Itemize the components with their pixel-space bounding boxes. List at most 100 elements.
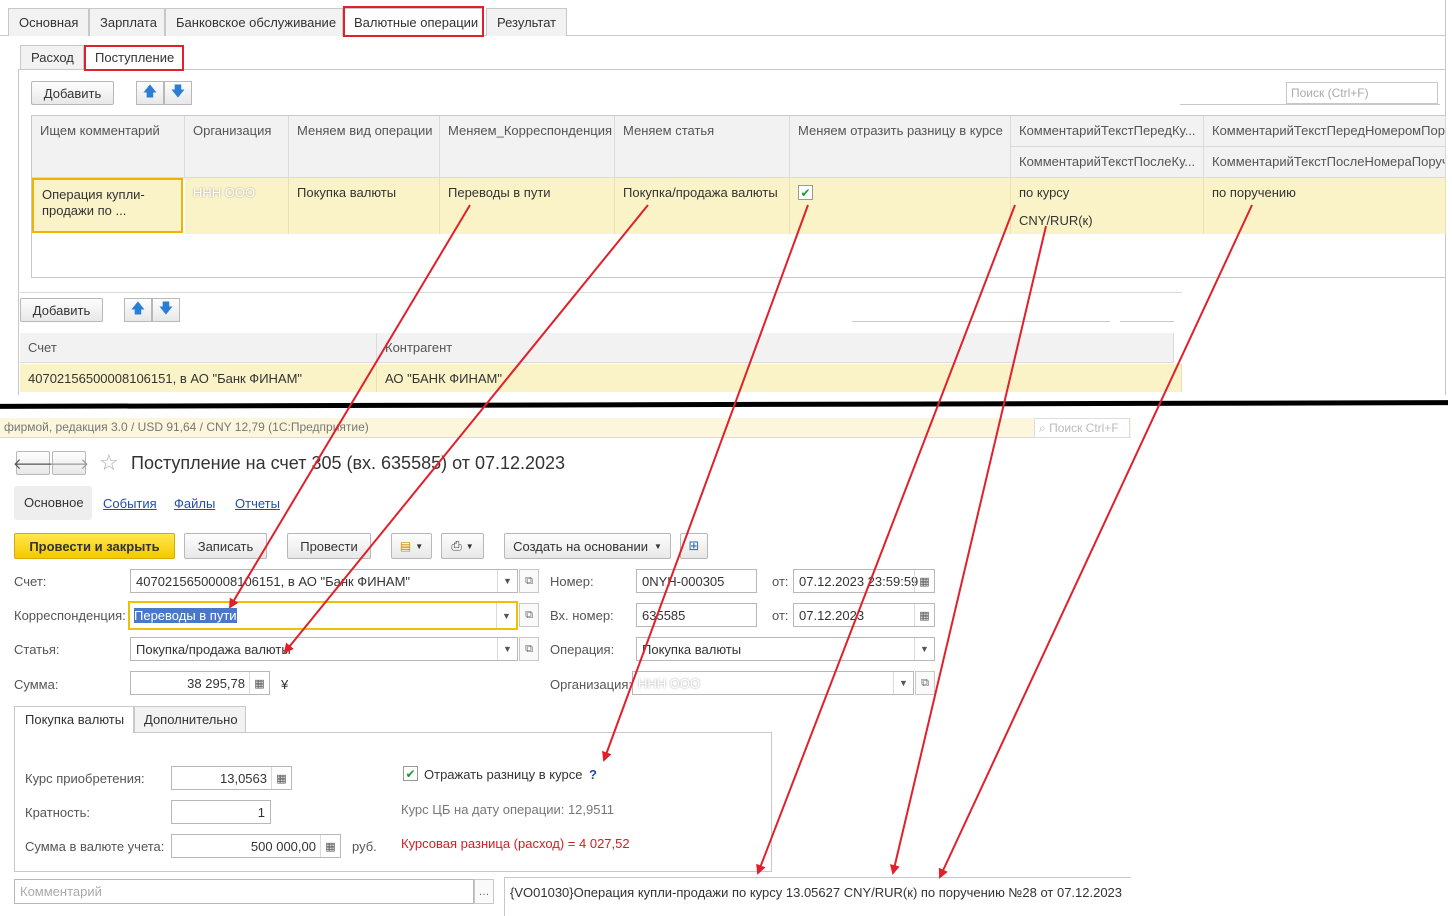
- favorite-star-icon[interactable]: ☆: [99, 450, 119, 476]
- doc-search[interactable]: ⌕ Поиск Ctrl+F: [1034, 418, 1130, 438]
- date-field[interactable]: 07.12.2023 23:59:59 ▦: [793, 569, 935, 593]
- tab-salary[interactable]: Зарплата: [89, 8, 165, 36]
- reflect-diff-checkbox[interactable]: ✔: [403, 766, 418, 781]
- table-cell[interactable]: 40702156500008106151, в АО "Банк ФИНАМ": [20, 364, 377, 392]
- col-header[interactable]: Контрагент: [377, 333, 1174, 363]
- more-button[interactable]: …: [474, 879, 494, 904]
- calendar-icon[interactable]: ▦: [914, 604, 934, 626]
- col-header[interactable]: КомментарийТекстПослеНомераПоруч...: [1204, 147, 1446, 178]
- rate-field[interactable]: 13,0563 ▦: [171, 766, 292, 790]
- table-cell[interactable]: Операция купли-продажи по ...: [32, 178, 183, 233]
- accounting-sum-field[interactable]: 500 000,00 ▦: [171, 834, 341, 858]
- open-icon[interactable]: ⧉: [915, 671, 935, 695]
- tab-income[interactable]: Поступление: [84, 45, 184, 70]
- search-field[interactable]: Поиск (Ctrl+F): [1286, 82, 1438, 104]
- table-cell[interactable]: ННН ООО: [185, 178, 289, 234]
- organization-label: Организация:: [550, 677, 633, 692]
- col-header[interactable]: Меняем отразить разницу в курсе: [790, 116, 1011, 178]
- chevron-down-icon[interactable]: ▼: [914, 638, 934, 660]
- tab-banking[interactable]: Банковское обслуживание: [165, 8, 343, 36]
- table-cell[interactable]: по курсу: [1011, 178, 1204, 206]
- help-icon[interactable]: ?: [589, 767, 597, 782]
- sum-currency: ¥: [281, 677, 289, 692]
- table-cell[interactable]: АО "БАНК ФИНАМ": [377, 364, 1182, 392]
- open-icon[interactable]: ⧉: [519, 637, 539, 661]
- article-value: Покупка/продажа валюты: [136, 642, 291, 657]
- calculator-icon[interactable]: ▦: [320, 835, 340, 857]
- post-and-close-label: Провести и закрыть: [29, 538, 160, 554]
- tab-additional[interactable]: Дополнительно: [134, 706, 246, 732]
- move-up-button[interactable]: 🡅: [124, 298, 152, 322]
- nav-events[interactable]: События: [103, 496, 157, 511]
- table-cell[interactable]: [1204, 206, 1446, 234]
- table-cell-checkbox[interactable]: ✔: [790, 178, 1011, 234]
- table-cell[interactable]: Переводы в пути: [440, 178, 615, 234]
- accounting-sum-value: 500 000,00: [250, 839, 316, 854]
- tab-main[interactable]: Основная: [8, 8, 89, 36]
- open-icon[interactable]: ⧉: [519, 569, 539, 593]
- number-field[interactable]: 0NYH-000305: [636, 569, 757, 593]
- col-header[interactable]: Меняем_Корреспонденция: [440, 116, 615, 178]
- print-menu-button[interactable]: ⎙ ▼: [441, 533, 484, 559]
- in-date-field[interactable]: 07.12.2023 ▦: [793, 603, 935, 627]
- report-menu-button[interactable]: ▤ ▼: [391, 533, 432, 559]
- col-header[interactable]: Меняем статья: [615, 116, 790, 178]
- post-button[interactable]: Провести: [287, 533, 371, 559]
- article-label: Статья:: [14, 642, 60, 657]
- account-field[interactable]: 40702156500008106151, в АО "Банк ФИНАМ" ▼: [130, 569, 518, 593]
- chevron-down-icon[interactable]: ▼: [497, 570, 517, 592]
- table-cell[interactable]: Покупка/продажа валюты: [615, 178, 790, 234]
- nav-reports[interactable]: Отчеты: [235, 496, 280, 511]
- checkbox-checked[interactable]: ✔: [798, 185, 813, 200]
- create-based-on-label: Создать на основании: [513, 538, 648, 554]
- save-button[interactable]: Записать: [184, 533, 267, 559]
- col-header[interactable]: Счет: [20, 333, 377, 363]
- add-account-button[interactable]: Добавить: [20, 298, 103, 322]
- structure-button[interactable]: ⊞: [680, 533, 708, 559]
- col-header[interactable]: Меняем вид операции: [289, 116, 440, 178]
- tab-purchase[interactable]: Покупка валюты: [14, 706, 134, 733]
- table-cell[interactable]: Покупка валюты: [289, 178, 440, 234]
- calculator-icon[interactable]: ▦: [271, 767, 291, 789]
- post-and-close-button[interactable]: Провести и закрыть: [14, 533, 175, 559]
- col-header[interactable]: Организация: [185, 116, 289, 178]
- tab-currency-ops[interactable]: Валютные операции: [343, 8, 484, 36]
- chevron-down-icon[interactable]: ▼: [893, 672, 913, 694]
- payment-purpose-field[interactable]: {VO01030}Операция купли-продажи по курсу…: [504, 877, 1131, 916]
- chevron-down-icon[interactable]: ▼: [496, 603, 516, 628]
- nav-main[interactable]: Основное: [14, 486, 92, 520]
- nav-files[interactable]: Файлы: [174, 496, 215, 511]
- calculator-icon[interactable]: ▦: [249, 672, 269, 694]
- col-header[interactable]: КомментарийТекстПослеКу...: [1011, 147, 1204, 178]
- operation-value: Покупка валюты: [642, 642, 742, 657]
- table-cell[interactable]: по поручению: [1204, 178, 1446, 206]
- calendar-icon[interactable]: ▦: [914, 570, 934, 592]
- create-based-on-button[interactable]: Создать на основании ▼: [504, 533, 671, 559]
- move-down-button[interactable]: 🡇: [164, 81, 192, 105]
- move-down-button[interactable]: 🡇: [152, 298, 180, 322]
- in-number-field[interactable]: 635585: [636, 603, 757, 627]
- add-button[interactable]: Добавить: [31, 81, 114, 105]
- article-field[interactable]: Покупка/продажа валюты ▼: [130, 637, 518, 661]
- organization-field[interactable]: ННН ООО ▼: [632, 671, 914, 695]
- operation-field[interactable]: Покупка валюты ▼: [636, 637, 935, 661]
- col-header[interactable]: Ищем комментарий: [32, 116, 185, 178]
- forward-button[interactable]: 🡒: [49, 451, 89, 475]
- col-header[interactable]: КомментарийТекстПередНомеромПоруч...: [1204, 116, 1446, 147]
- sum-field[interactable]: 38 295,78 ▦: [130, 671, 270, 695]
- add-account-label: Добавить: [32, 302, 91, 318]
- chevron-down-icon[interactable]: ▼: [497, 638, 517, 660]
- tab-result[interactable]: Результат: [486, 8, 567, 36]
- back-button[interactable]: 🡐: [13, 451, 53, 475]
- table-cell[interactable]: CNY/RUR(к): [1011, 206, 1204, 234]
- account-value: 40702156500008106151, в АО "Банк ФИНАМ": [136, 574, 411, 589]
- document-clock-icon: ▤: [399, 539, 412, 553]
- open-icon[interactable]: ⧉: [519, 603, 539, 627]
- tab-expense[interactable]: Расход: [20, 45, 84, 69]
- comment-field[interactable]: Комментарий: [14, 879, 474, 904]
- correspondence-field[interactable]: Переводы в пути ▼: [128, 601, 518, 630]
- move-up-button[interactable]: 🡅: [136, 81, 164, 105]
- date-from-label: от:: [772, 574, 789, 589]
- multiplicity-field[interactable]: 1: [171, 800, 271, 824]
- col-header[interactable]: КомментарийТекстПередКу...: [1011, 116, 1204, 147]
